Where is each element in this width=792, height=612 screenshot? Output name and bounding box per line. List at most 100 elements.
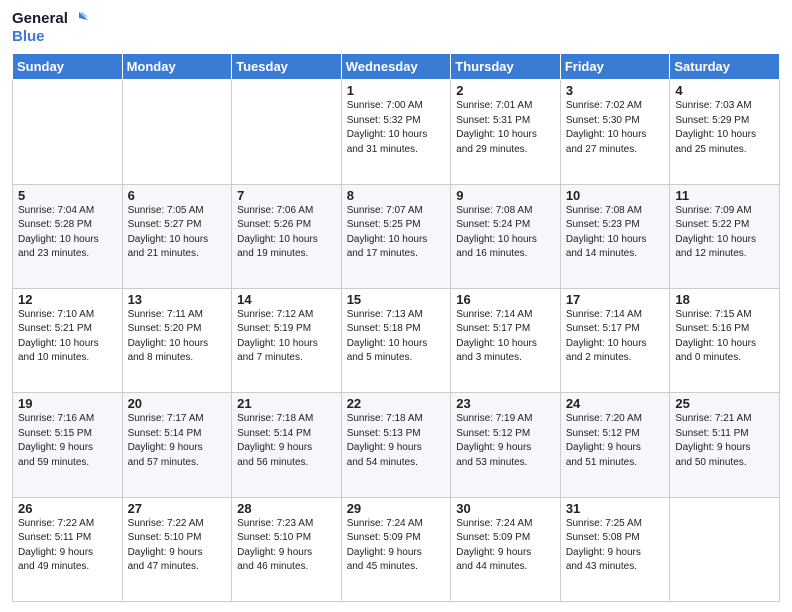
day-info: Sunrise: 7:17 AM Sunset: 5:14 PM Dayligh… bbox=[128, 412, 227, 470]
day-info: Sunrise: 7:23 AM Sunset: 5:10 PM Dayligh… bbox=[237, 517, 336, 575]
day-number: 10 bbox=[566, 188, 665, 203]
header: General Blue bbox=[12, 10, 780, 45]
day-info: Sunrise: 7:00 AM Sunset: 5:32 PM Dayligh… bbox=[347, 99, 446, 157]
col-header-thursday: Thursday bbox=[451, 54, 561, 80]
day-number: 26 bbox=[18, 501, 117, 516]
day-number: 25 bbox=[675, 396, 774, 411]
day-cell-10: 10Sunrise: 7:08 AM Sunset: 5:23 PM Dayli… bbox=[560, 184, 670, 288]
day-number: 18 bbox=[675, 292, 774, 307]
day-number: 6 bbox=[128, 188, 227, 203]
day-number: 14 bbox=[237, 292, 336, 307]
day-number: 8 bbox=[347, 188, 446, 203]
day-info: Sunrise: 7:18 AM Sunset: 5:13 PM Dayligh… bbox=[347, 412, 446, 470]
day-info: Sunrise: 7:10 AM Sunset: 5:21 PM Dayligh… bbox=[18, 308, 117, 366]
day-info: Sunrise: 7:18 AM Sunset: 5:14 PM Dayligh… bbox=[237, 412, 336, 470]
day-number: 24 bbox=[566, 396, 665, 411]
logo-line1: General bbox=[12, 10, 68, 27]
day-number: 27 bbox=[128, 501, 227, 516]
day-cell-17: 17Sunrise: 7:14 AM Sunset: 5:17 PM Dayli… bbox=[560, 288, 670, 392]
day-cell-1: 1Sunrise: 7:00 AM Sunset: 5:32 PM Daylig… bbox=[341, 80, 451, 184]
day-number: 22 bbox=[347, 396, 446, 411]
day-info: Sunrise: 7:22 AM Sunset: 5:11 PM Dayligh… bbox=[18, 517, 117, 575]
day-cell-23: 23Sunrise: 7:19 AM Sunset: 5:12 PM Dayli… bbox=[451, 393, 561, 497]
day-number: 7 bbox=[237, 188, 336, 203]
day-cell-5: 5Sunrise: 7:04 AM Sunset: 5:28 PM Daylig… bbox=[13, 184, 123, 288]
day-number: 15 bbox=[347, 292, 446, 307]
week-row-1: 1Sunrise: 7:00 AM Sunset: 5:32 PM Daylig… bbox=[13, 80, 780, 184]
day-cell-14: 14Sunrise: 7:12 AM Sunset: 5:19 PM Dayli… bbox=[232, 288, 342, 392]
day-number: 23 bbox=[456, 396, 555, 411]
day-info: Sunrise: 7:11 AM Sunset: 5:20 PM Dayligh… bbox=[128, 308, 227, 366]
day-cell-22: 22Sunrise: 7:18 AM Sunset: 5:13 PM Dayli… bbox=[341, 393, 451, 497]
empty-cell bbox=[670, 497, 780, 601]
calendar-header-row: SundayMondayTuesdayWednesdayThursdayFrid… bbox=[13, 54, 780, 80]
day-cell-11: 11Sunrise: 7:09 AM Sunset: 5:22 PM Dayli… bbox=[670, 184, 780, 288]
day-number: 3 bbox=[566, 83, 665, 98]
day-info: Sunrise: 7:16 AM Sunset: 5:15 PM Dayligh… bbox=[18, 412, 117, 470]
day-cell-13: 13Sunrise: 7:11 AM Sunset: 5:20 PM Dayli… bbox=[122, 288, 232, 392]
day-info: Sunrise: 7:24 AM Sunset: 5:09 PM Dayligh… bbox=[347, 517, 446, 575]
day-cell-4: 4Sunrise: 7:03 AM Sunset: 5:29 PM Daylig… bbox=[670, 80, 780, 184]
week-row-4: 19Sunrise: 7:16 AM Sunset: 5:15 PM Dayli… bbox=[13, 393, 780, 497]
day-cell-2: 2Sunrise: 7:01 AM Sunset: 5:31 PM Daylig… bbox=[451, 80, 561, 184]
day-info: Sunrise: 7:15 AM Sunset: 5:16 PM Dayligh… bbox=[675, 308, 774, 366]
day-info: Sunrise: 7:02 AM Sunset: 5:30 PM Dayligh… bbox=[566, 99, 665, 157]
week-row-2: 5Sunrise: 7:04 AM Sunset: 5:28 PM Daylig… bbox=[13, 184, 780, 288]
week-row-5: 26Sunrise: 7:22 AM Sunset: 5:11 PM Dayli… bbox=[13, 497, 780, 601]
day-info: Sunrise: 7:04 AM Sunset: 5:28 PM Dayligh… bbox=[18, 204, 117, 262]
day-info: Sunrise: 7:14 AM Sunset: 5:17 PM Dayligh… bbox=[566, 308, 665, 366]
day-number: 5 bbox=[18, 188, 117, 203]
col-header-saturday: Saturday bbox=[670, 54, 780, 80]
day-info: Sunrise: 7:22 AM Sunset: 5:10 PM Dayligh… bbox=[128, 517, 227, 575]
day-info: Sunrise: 7:20 AM Sunset: 5:12 PM Dayligh… bbox=[566, 412, 665, 470]
day-info: Sunrise: 7:07 AM Sunset: 5:25 PM Dayligh… bbox=[347, 204, 446, 262]
col-header-monday: Monday bbox=[122, 54, 232, 80]
day-number: 17 bbox=[566, 292, 665, 307]
day-info: Sunrise: 7:09 AM Sunset: 5:22 PM Dayligh… bbox=[675, 204, 774, 262]
day-cell-24: 24Sunrise: 7:20 AM Sunset: 5:12 PM Dayli… bbox=[560, 393, 670, 497]
day-number: 2 bbox=[456, 83, 555, 98]
day-cell-30: 30Sunrise: 7:24 AM Sunset: 5:09 PM Dayli… bbox=[451, 497, 561, 601]
day-number: 1 bbox=[347, 83, 446, 98]
day-cell-12: 12Sunrise: 7:10 AM Sunset: 5:21 PM Dayli… bbox=[13, 288, 123, 392]
day-number: 29 bbox=[347, 501, 446, 516]
day-info: Sunrise: 7:06 AM Sunset: 5:26 PM Dayligh… bbox=[237, 204, 336, 262]
day-number: 13 bbox=[128, 292, 227, 307]
day-info: Sunrise: 7:21 AM Sunset: 5:11 PM Dayligh… bbox=[675, 412, 774, 470]
day-info: Sunrise: 7:14 AM Sunset: 5:17 PM Dayligh… bbox=[456, 308, 555, 366]
week-row-3: 12Sunrise: 7:10 AM Sunset: 5:21 PM Dayli… bbox=[13, 288, 780, 392]
day-number: 28 bbox=[237, 501, 336, 516]
day-info: Sunrise: 7:13 AM Sunset: 5:18 PM Dayligh… bbox=[347, 308, 446, 366]
col-header-wednesday: Wednesday bbox=[341, 54, 451, 80]
page: General Blue SundayMondayTuesdayWednesda… bbox=[0, 0, 792, 612]
day-number: 21 bbox=[237, 396, 336, 411]
day-info: Sunrise: 7:25 AM Sunset: 5:08 PM Dayligh… bbox=[566, 517, 665, 575]
day-number: 9 bbox=[456, 188, 555, 203]
col-header-sunday: Sunday bbox=[13, 54, 123, 80]
day-cell-6: 6Sunrise: 7:05 AM Sunset: 5:27 PM Daylig… bbox=[122, 184, 232, 288]
day-info: Sunrise: 7:12 AM Sunset: 5:19 PM Dayligh… bbox=[237, 308, 336, 366]
day-cell-9: 9Sunrise: 7:08 AM Sunset: 5:24 PM Daylig… bbox=[451, 184, 561, 288]
day-cell-7: 7Sunrise: 7:06 AM Sunset: 5:26 PM Daylig… bbox=[232, 184, 342, 288]
day-cell-15: 15Sunrise: 7:13 AM Sunset: 5:18 PM Dayli… bbox=[341, 288, 451, 392]
day-cell-19: 19Sunrise: 7:16 AM Sunset: 5:15 PM Dayli… bbox=[13, 393, 123, 497]
day-number: 12 bbox=[18, 292, 117, 307]
day-number: 19 bbox=[18, 396, 117, 411]
day-number: 30 bbox=[456, 501, 555, 516]
day-info: Sunrise: 7:19 AM Sunset: 5:12 PM Dayligh… bbox=[456, 412, 555, 470]
calendar-table: SundayMondayTuesdayWednesdayThursdayFrid… bbox=[12, 53, 780, 602]
day-cell-3: 3Sunrise: 7:02 AM Sunset: 5:30 PM Daylig… bbox=[560, 80, 670, 184]
day-cell-21: 21Sunrise: 7:18 AM Sunset: 5:14 PM Dayli… bbox=[232, 393, 342, 497]
day-info: Sunrise: 7:24 AM Sunset: 5:09 PM Dayligh… bbox=[456, 517, 555, 575]
day-cell-28: 28Sunrise: 7:23 AM Sunset: 5:10 PM Dayli… bbox=[232, 497, 342, 601]
day-info: Sunrise: 7:08 AM Sunset: 5:24 PM Dayligh… bbox=[456, 204, 555, 262]
empty-cell bbox=[122, 80, 232, 184]
day-number: 31 bbox=[566, 501, 665, 516]
day-info: Sunrise: 7:05 AM Sunset: 5:27 PM Dayligh… bbox=[128, 204, 227, 262]
empty-cell bbox=[232, 80, 342, 184]
day-cell-31: 31Sunrise: 7:25 AM Sunset: 5:08 PM Dayli… bbox=[560, 497, 670, 601]
day-number: 20 bbox=[128, 396, 227, 411]
logo-line2: Blue bbox=[12, 28, 88, 45]
day-cell-8: 8Sunrise: 7:07 AM Sunset: 5:25 PM Daylig… bbox=[341, 184, 451, 288]
day-cell-20: 20Sunrise: 7:17 AM Sunset: 5:14 PM Dayli… bbox=[122, 393, 232, 497]
